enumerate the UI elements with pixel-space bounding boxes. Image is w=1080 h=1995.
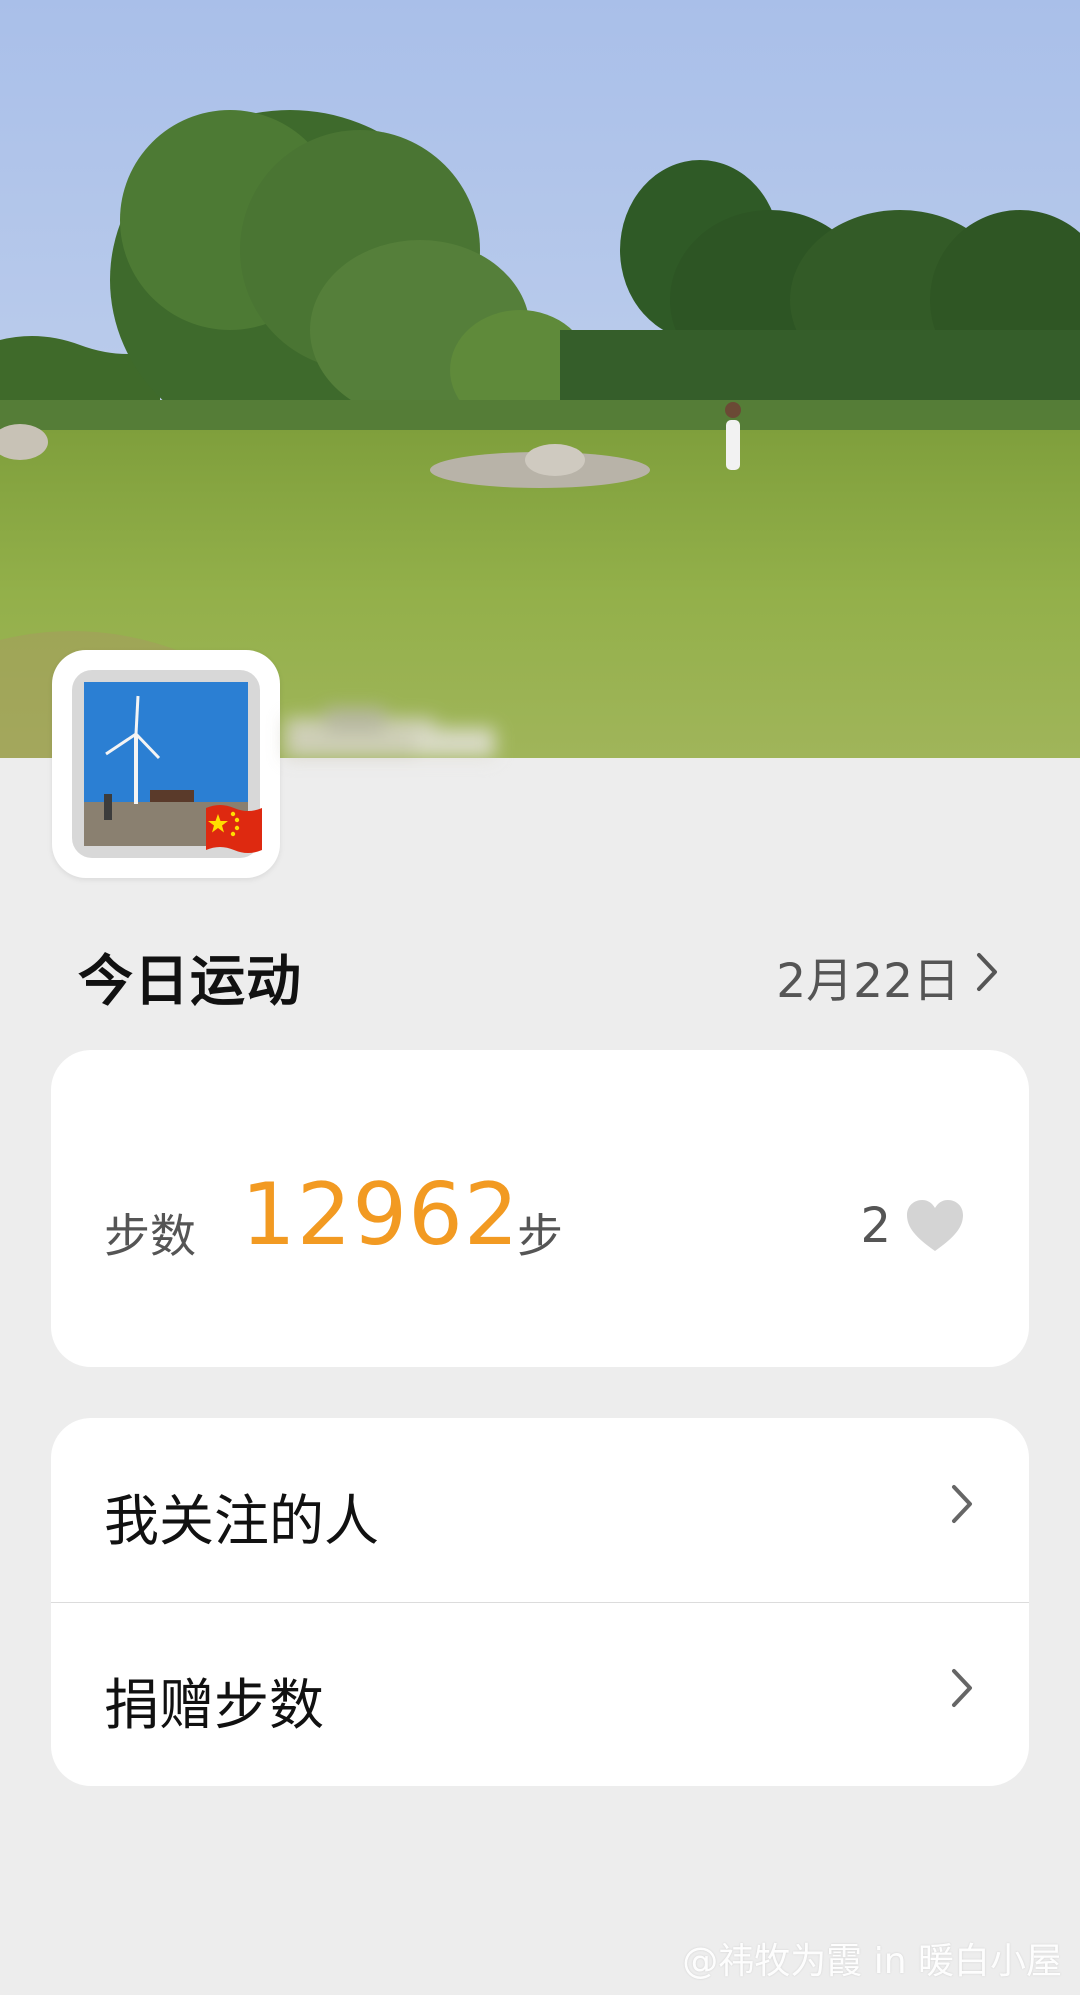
list-item-label: 捐赠步数 bbox=[104, 1673, 325, 1737]
steps-value: 12962 bbox=[241, 1165, 520, 1265]
avatar[interactable] bbox=[52, 650, 280, 878]
watermark: @祎牧为霞 in 暖白小屋 bbox=[682, 1941, 1062, 1982]
steps-unit: 步 bbox=[517, 1209, 563, 1263]
list-item-donate-steps[interactable]: 捐赠步数 bbox=[51, 1602, 1029, 1786]
like-count: 2 bbox=[860, 1198, 891, 1254]
list-item-following[interactable]: 我关注的人 bbox=[51, 1418, 1029, 1603]
chevron-right-icon bbox=[951, 1484, 973, 1528]
heart-icon bbox=[907, 1200, 963, 1251]
china-flag-icon bbox=[202, 802, 264, 862]
steps-label: 步数 bbox=[104, 1209, 196, 1263]
like-button[interactable]: 2 bbox=[860, 1198, 965, 1254]
steps-card[interactable]: 步数 12962 步 2 bbox=[51, 1050, 1029, 1367]
chevron-right-icon bbox=[951, 1668, 973, 1712]
date-selector[interactable]: 2月22日 bbox=[776, 942, 998, 1011]
list-item-label: 我关注的人 bbox=[104, 1489, 380, 1553]
date-label: 2月22日 bbox=[776, 954, 960, 1009]
menu-list: 我关注的人 捐赠步数 bbox=[51, 1418, 1029, 1786]
cover-photo bbox=[0, 0, 1080, 758]
redacted-username bbox=[285, 700, 515, 770]
today-exercise-title: 今日运动 bbox=[78, 949, 303, 1013]
chevron-right-icon bbox=[976, 949, 998, 1004]
